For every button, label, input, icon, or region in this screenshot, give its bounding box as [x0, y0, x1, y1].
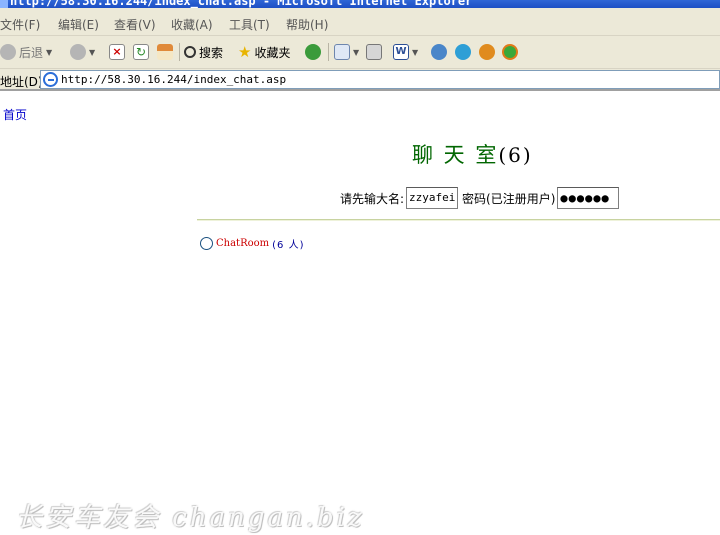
- mail-icon: [334, 44, 350, 60]
- search-label: 搜索: [199, 45, 224, 60]
- page-title-text: 聊 天 室: [412, 143, 499, 167]
- page-title-count: (6): [498, 143, 533, 167]
- address-label: 地址(D): [0, 75, 43, 89]
- back-arrow-icon: [0, 44, 16, 60]
- back-dropdown-icon: ▼: [46, 47, 53, 57]
- room-user-count: (6 人): [272, 240, 305, 251]
- favorites-button[interactable]: ★ 收藏夹: [238, 42, 290, 62]
- messenger-button[interactable]: [431, 42, 447, 62]
- address-url[interactable]: http://58.30.16.244/index_chat.asp: [61, 73, 286, 86]
- star-icon: ★: [238, 43, 252, 61]
- home-button[interactable]: [157, 42, 173, 62]
- ie-window-icon: [0, 0, 8, 8]
- word-icon: W: [393, 44, 409, 60]
- room-list-item[interactable]: ChatRoom (6 人): [200, 236, 304, 251]
- username-input[interactable]: zzyafei: [406, 187, 459, 209]
- favorites-label: 收藏夹: [254, 45, 291, 60]
- mail-button[interactable]: ▼: [334, 42, 359, 62]
- address-input[interactable]: http://58.30.16.244/index_chat.asp: [40, 70, 720, 89]
- mail-dropdown-icon: ▼: [353, 47, 360, 57]
- page-title: 聊 天 室(6): [412, 139, 533, 169]
- menu-bar: 文件(F) 编辑(E) 查看(V) 收藏(A) 工具(T) 帮助(H): [0, 8, 720, 36]
- room-radio-button[interactable]: [200, 237, 213, 250]
- media-button[interactable]: [305, 42, 321, 62]
- discuss-button[interactable]: [455, 42, 471, 62]
- forward-arrow-icon: [70, 44, 86, 60]
- research-icon: [479, 44, 495, 60]
- network-button[interactable]: [502, 42, 518, 62]
- menu-view[interactable]: 查看(V): [114, 16, 156, 33]
- print-button[interactable]: [366, 42, 382, 62]
- divider-line: [197, 219, 720, 221]
- home-icon: [157, 44, 173, 60]
- back-button[interactable]: 后退 ▼: [0, 42, 52, 62]
- home-link[interactable]: 首页: [3, 106, 27, 123]
- ie-page-icon: [43, 72, 58, 87]
- login-form: 请先输大名: zzyafei 密码(已注册用户) ●●●●●●: [340, 186, 620, 210]
- watermark: 长安车友会 changan.biz: [16, 503, 365, 533]
- address-bar: 地址(D) http://58.30.16.244/index_chat.asp: [0, 69, 720, 91]
- forward-button[interactable]: ▼: [70, 42, 95, 62]
- stop-icon: ×: [109, 44, 125, 60]
- stop-button[interactable]: ×: [109, 42, 125, 62]
- research-button[interactable]: [479, 42, 495, 62]
- search-icon: [184, 46, 196, 58]
- refresh-button[interactable]: ↻: [133, 42, 149, 62]
- password-label: 密码(已注册用户): [462, 191, 556, 206]
- password-input[interactable]: ●●●●●●: [557, 187, 620, 209]
- back-label: 后退: [19, 45, 44, 60]
- forward-dropdown-icon: ▼: [89, 47, 96, 57]
- refresh-icon: ↻: [133, 44, 149, 60]
- menu-help[interactable]: 帮助(H): [286, 16, 328, 33]
- menu-file[interactable]: 文件(F): [0, 16, 40, 33]
- globe-icon: [455, 44, 471, 60]
- network-icon: [502, 44, 518, 60]
- menu-edit[interactable]: 编辑(E): [58, 16, 99, 33]
- username-label: 请先输大名:: [340, 191, 405, 206]
- toolbar: 后退 ▼ ▼ × ↻ 搜索 ★ 收藏夹 ▼ W ▼: [0, 36, 720, 69]
- window-title: http://58.30.16.244/index_chat.asp - Mic…: [10, 0, 473, 8]
- media-icon: [305, 44, 321, 60]
- messenger-icon: [431, 44, 447, 60]
- edit-dropdown-icon: ▼: [412, 47, 419, 57]
- room-name[interactable]: ChatRoom: [216, 238, 269, 249]
- edit-button[interactable]: W ▼: [393, 42, 418, 62]
- menu-favorites[interactable]: 收藏(A): [171, 16, 213, 33]
- title-bar: http://58.30.16.244/index_chat.asp - Mic…: [0, 0, 720, 8]
- printer-icon: [366, 44, 382, 60]
- search-button[interactable]: 搜索: [184, 42, 223, 62]
- menu-tools[interactable]: 工具(T): [229, 16, 270, 33]
